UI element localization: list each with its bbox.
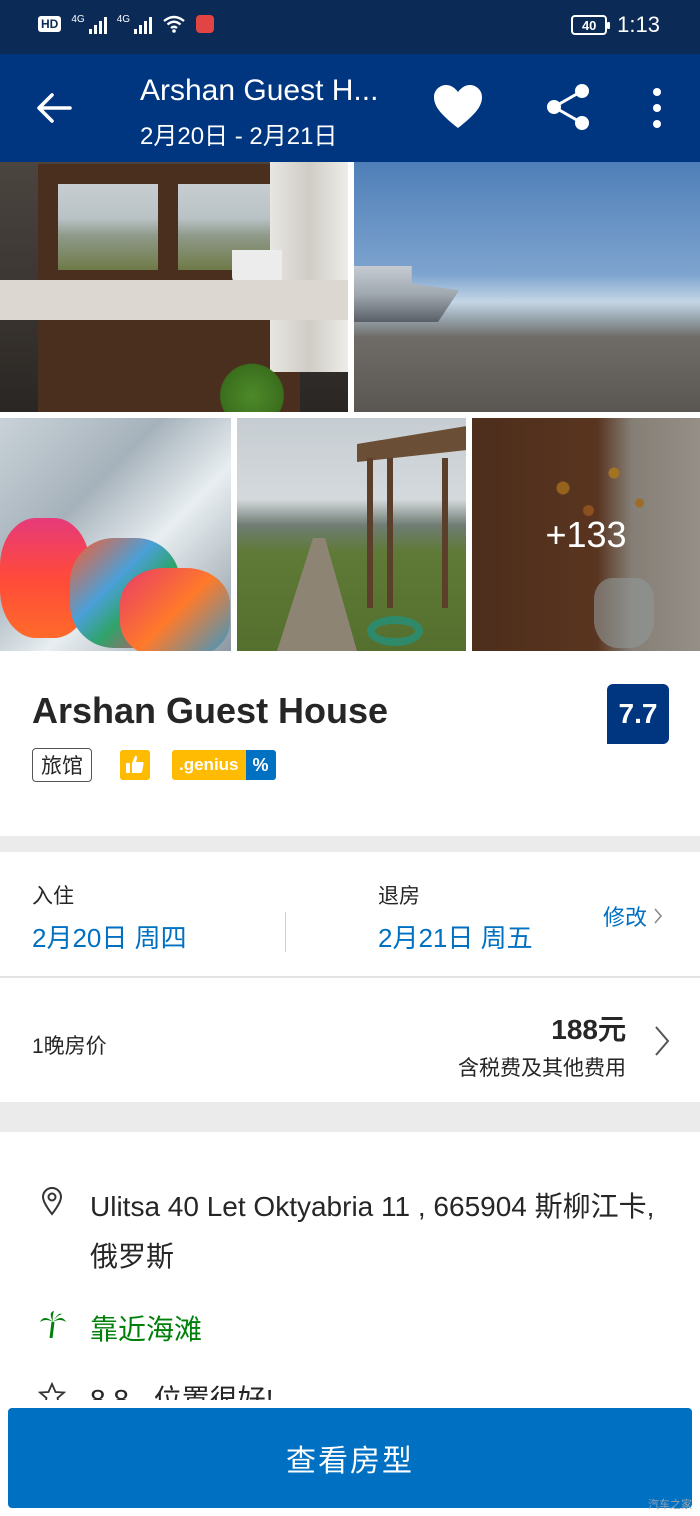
status-bar: HD 4G 4G 40 1:13: [0, 0, 700, 54]
checkin-label: 入住: [32, 885, 74, 908]
status-bar-left: HD 4G 4G: [38, 14, 215, 34]
price-amount: 188元: [551, 1014, 626, 1045]
signal-icon-2: 4G: [116, 14, 153, 34]
genius-discount-icon: %: [245, 750, 276, 780]
palm-tree-icon: [40, 1311, 66, 1339]
photo-knitted-mittens[interactable]: [0, 418, 231, 651]
beach-nearby-text: 靠近海滩: [90, 1314, 203, 1345]
genius-badge: .genius %: [172, 750, 276, 780]
property-address[interactable]: Ulitsa 40 Let Oktyabria 11 , 665904 斯柳江卡…: [90, 1182, 660, 1282]
checkin-date[interactable]: 2月20日 周四: [32, 918, 187, 955]
more-vertical-icon[interactable]: [645, 86, 669, 130]
status-time: 1:13: [617, 12, 660, 37]
checkout-date[interactable]: 2月21日 周五: [378, 918, 533, 955]
window-sill: [0, 280, 348, 320]
price-note: 含税费及其他费用: [458, 1057, 626, 1080]
signal-icon: 4G: [71, 14, 107, 34]
location-pin-icon: [41, 1186, 63, 1216]
modify-dates-button[interactable]: 修改: [603, 900, 663, 932]
hd-indicator: HD: [38, 16, 62, 32]
status-bar-right: 40 1:13: [571, 12, 660, 38]
pergola-roof: [357, 426, 466, 462]
chevron-right-icon[interactable]: [652, 1024, 672, 1058]
thumbs-up-icon: [120, 750, 150, 780]
signal-network-label: 4G: [71, 14, 85, 25]
photo-garden-walkway[interactable]: [237, 418, 466, 651]
photo-shore-ship[interactable]: [354, 162, 700, 412]
property-name: Arshan Guest House: [32, 690, 389, 731]
section-divider: [0, 836, 700, 852]
photo-more-gallery[interactable]: +133: [472, 418, 700, 651]
walkway: [277, 538, 357, 651]
app-header: Arshan Guest H... 2月20日 - 2月21日: [0, 54, 700, 162]
see-rooms-button[interactable]: 查看房型: [8, 1408, 692, 1508]
watermark: 汽车之家: [648, 1499, 692, 1511]
ship: [354, 266, 459, 322]
photo-window-view[interactable]: [0, 162, 348, 412]
chevron-right-icon: [654, 908, 663, 924]
bottom-bar: 查看房型 汽车之家: [0, 1400, 700, 1516]
review-score-badge[interactable]: 7.7: [607, 684, 669, 744]
more-photos-count: +133: [545, 513, 627, 555]
heart-icon[interactable]: [432, 84, 484, 130]
back-arrow-icon[interactable]: [32, 88, 76, 128]
header-dates: 2月20日 - 2月21日: [140, 123, 338, 150]
genius-label: .genius: [172, 750, 246, 780]
date-divider: [285, 912, 286, 952]
row-divider: [0, 976, 700, 978]
share-icon[interactable]: [544, 82, 592, 132]
price-label: 1晚房价: [32, 1035, 107, 1058]
header-title: Arshan Guest H...: [140, 74, 379, 107]
plant: [212, 362, 292, 412]
property-type-badge: 旅馆: [32, 748, 92, 782]
checkout-label: 退房: [378, 885, 420, 908]
tire-planter: [367, 616, 423, 646]
signal-network-label-2: 4G: [116, 14, 131, 25]
wifi-icon: [163, 15, 185, 33]
section-divider-2: [0, 1102, 700, 1132]
app-notification-icon: [196, 15, 215, 33]
battery-icon: 40: [571, 15, 611, 35]
modify-label: 修改: [603, 905, 648, 930]
